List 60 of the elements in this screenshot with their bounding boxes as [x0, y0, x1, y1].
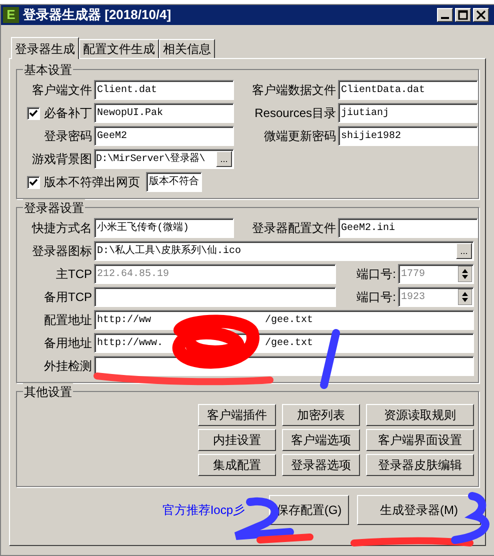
field-label: 备用地址	[44, 335, 92, 352]
field-label: 主TCP	[56, 266, 92, 283]
browse-button[interactable]: ...	[216, 151, 232, 167]
checkbox[interactable]	[27, 176, 40, 188]
group-title: 其他设置	[23, 383, 73, 401]
tab[interactable]: 登录器生成	[11, 37, 79, 59]
text-field[interactable]: GeeM2	[94, 126, 234, 146]
option-button[interactable]: 登录器选项	[282, 454, 360, 476]
option-button[interactable]: 内挂设置	[198, 429, 276, 451]
option-button[interactable]: 登录器皮肤编辑	[366, 454, 474, 476]
checkbox[interactable]	[27, 106, 40, 120]
field-label: 外挂检测	[44, 358, 92, 375]
close-icon	[476, 10, 486, 20]
text-field[interactable]: Client.dat	[94, 80, 234, 100]
field-label: 快捷方式名	[32, 220, 92, 237]
action-button[interactable]: 保存配置(G)	[269, 495, 349, 525]
maximize-button[interactable]	[455, 8, 471, 22]
field-label: 端口号:	[356, 266, 396, 283]
maximize-icon	[458, 10, 468, 20]
field-label: 端口号:	[356, 289, 396, 306]
field-label: 版本不符弹出网页	[44, 174, 141, 191]
field-label: 备用TCP	[44, 289, 92, 306]
option-button[interactable]: 加密列表	[282, 404, 360, 426]
field-label: 配置地址	[44, 312, 92, 329]
option-button[interactable]: 资源读取规则	[366, 404, 474, 426]
text-field[interactable]: 版本不符合	[146, 172, 202, 192]
field-label: 客户端数据文件	[252, 82, 336, 99]
field-label: 登录器图标	[32, 243, 92, 260]
file-field[interactable]: D:\MirServer\登录器\ ...	[94, 149, 234, 169]
field-label: 登录密码	[44, 128, 92, 145]
text-field[interactable]: NewopUI.Pak	[94, 103, 234, 123]
option-button[interactable]: 集成配置	[198, 454, 276, 476]
field-label: 游戏背景图	[32, 151, 92, 168]
minimize-button[interactable]	[437, 8, 453, 22]
underline-stroke	[256, 534, 314, 544]
browse-button[interactable]: ...	[456, 243, 472, 259]
action-button[interactable]: 生成登录器(M)	[357, 495, 481, 525]
field-label: 必备补丁	[44, 105, 92, 122]
window-title: 登录器生成器 [2018/10/4]	[23, 6, 172, 24]
text-field[interactable]: shijie1982	[338, 126, 478, 146]
recommend-link[interactable]: 官方推荐Iocp彡	[162, 501, 245, 519]
text-field[interactable]: jiutianj	[338, 103, 478, 123]
text-field[interactable]	[94, 287, 336, 307]
option-button[interactable]: 客户端插件	[198, 404, 276, 426]
field-label: 登录器配置文件	[252, 220, 336, 237]
app-icon: E	[3, 7, 19, 23]
file-field[interactable]: D:\私人工具\皮肤系列\仙.ico ...	[94, 241, 474, 261]
text-field[interactable]: 小米王飞传奇(微端)	[94, 218, 234, 238]
close-button[interactable]	[473, 8, 489, 22]
field-label: 客户端文件	[32, 82, 92, 99]
tab[interactable]: 相关信息	[159, 39, 215, 58]
tab[interactable]: 配置文件生成	[79, 39, 159, 58]
field-label: Resources目录	[254, 105, 336, 122]
text-field[interactable]: ClientData.dat	[338, 80, 478, 100]
field-label: 微端更新密码	[264, 128, 336, 145]
option-button[interactable]: 客户端选项	[282, 429, 360, 451]
text-field[interactable]: GeeM2.ini	[338, 218, 478, 238]
option-button[interactable]: 客户端界面设置	[366, 429, 474, 451]
minimize-icon	[441, 17, 449, 19]
handwritten-stroke	[320, 329, 340, 389]
